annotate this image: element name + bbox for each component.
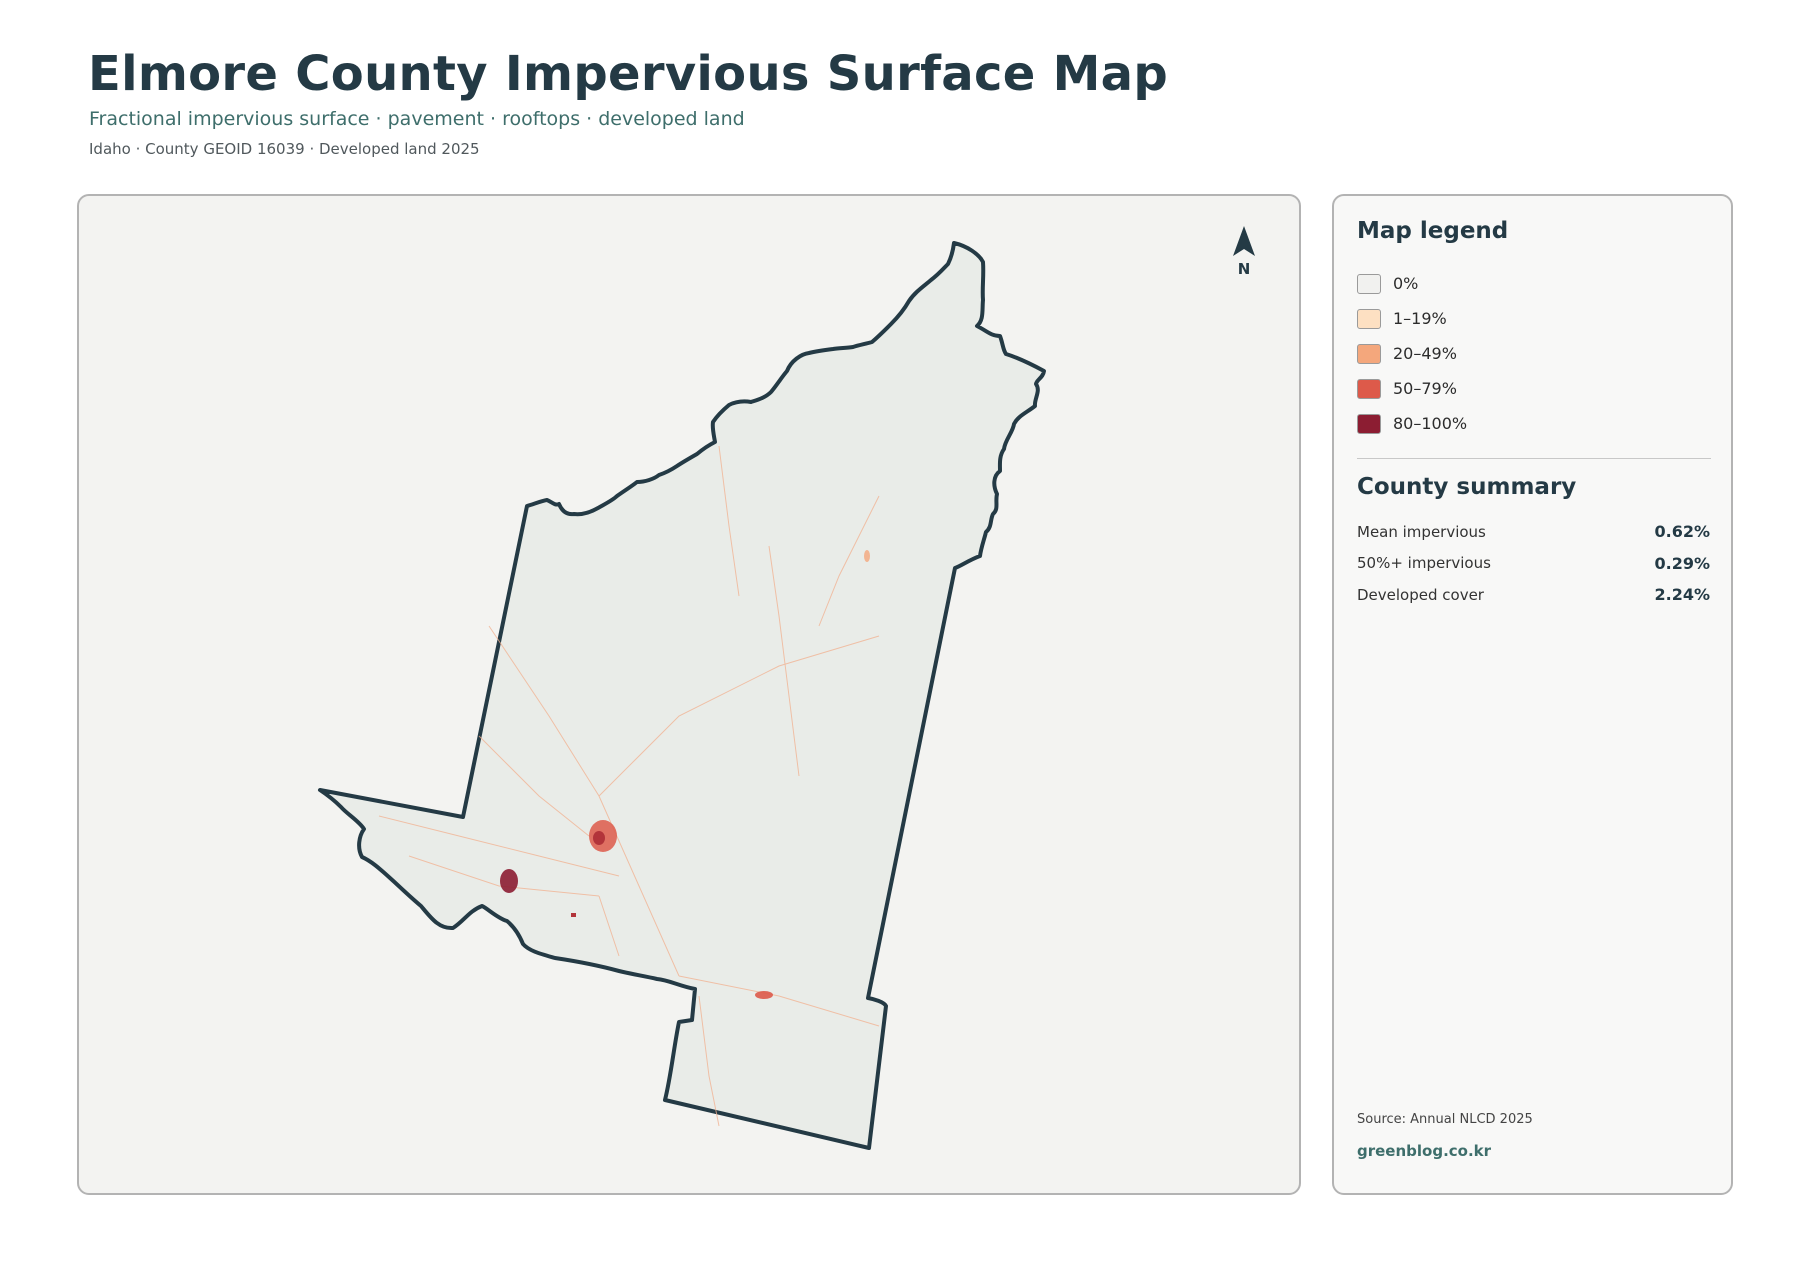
north-arrow-icon: N xyxy=(1229,224,1259,278)
legend-item: 1–19% xyxy=(1357,301,1467,336)
summary-label: 50%+ impervious xyxy=(1357,554,1491,573)
legend-swatch xyxy=(1357,308,1381,329)
summary-title: County summary xyxy=(1357,474,1577,500)
legend-label: 0% xyxy=(1393,274,1419,293)
summary-table: Mean impervious 0.62% 50%+ impervious 0.… xyxy=(1357,516,1710,611)
legend-swatch xyxy=(1357,343,1381,364)
summary-label: Mean impervious xyxy=(1357,522,1486,541)
summary-label: Developed cover xyxy=(1357,585,1484,604)
legend-label: 50–79% xyxy=(1393,379,1457,398)
legend-title: Map legend xyxy=(1357,218,1509,244)
legend-item: 80–100% xyxy=(1357,406,1467,441)
summary-row: Mean impervious 0.62% xyxy=(1357,516,1710,548)
legend-label: 20–49% xyxy=(1393,344,1457,363)
legend-list: 0% 1–19% 20–49% 50–79% 80–100% xyxy=(1357,266,1467,441)
legend-divider xyxy=(1357,458,1711,459)
legend-label: 80–100% xyxy=(1393,414,1468,433)
summary-value: 2.24% xyxy=(1654,585,1710,605)
legend-item: 20–49% xyxy=(1357,336,1467,371)
credit-link[interactable]: greenblog.co.kr xyxy=(1357,1142,1491,1160)
summary-row: 50%+ impervious 0.29% xyxy=(1357,548,1710,580)
legend-swatch xyxy=(1357,273,1381,294)
page-title: Elmore County Impervious Surface Map xyxy=(88,46,1169,102)
north-label: N xyxy=(1237,260,1251,278)
legend-item: 0% xyxy=(1357,266,1467,301)
page-meta: Idaho · County GEOID 16039 · Developed l… xyxy=(89,140,480,158)
legend-panel: Map legend 0% 1–19% 20–49% 50–79% 80–100… xyxy=(1332,194,1733,1195)
source-note: Source: Annual NLCD 2025 xyxy=(1357,1112,1533,1127)
county-boundary xyxy=(318,241,1046,1150)
summary-value: 0.62% xyxy=(1654,522,1710,542)
summary-row: Developed cover 2.24% xyxy=(1357,579,1710,611)
legend-label: 1–19% xyxy=(1393,309,1447,328)
legend-swatch xyxy=(1357,413,1381,434)
county-map[interactable] xyxy=(79,196,1299,1193)
page-subtitle: Fractional impervious surface · pavement… xyxy=(89,108,745,130)
legend-swatch xyxy=(1357,378,1381,399)
legend-item: 50–79% xyxy=(1357,371,1467,406)
map-panel[interactable]: N xyxy=(77,194,1301,1195)
summary-value: 0.29% xyxy=(1654,553,1710,573)
